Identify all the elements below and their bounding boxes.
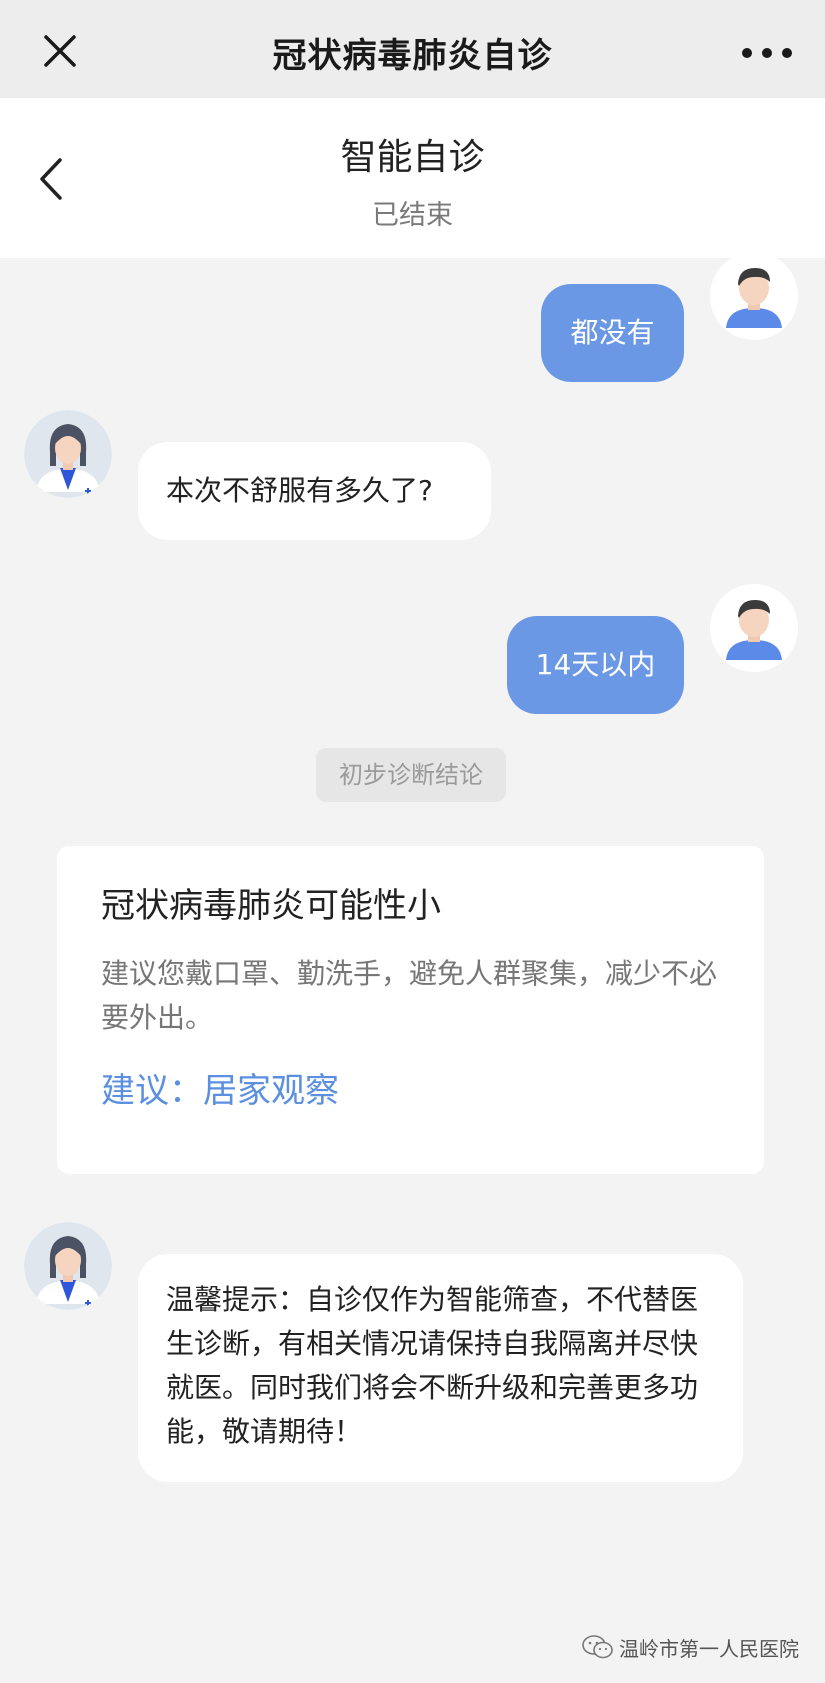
result-advice: 建议：居家观察 xyxy=(101,1071,339,1111)
top-bar: 冠状病毒肺炎自诊 xyxy=(0,0,825,98)
user-message-text: 14天以内 xyxy=(535,648,656,681)
watermark-text: 温岭市第一人民医院 xyxy=(619,1636,799,1661)
user-avatar-icon xyxy=(710,584,798,672)
diagnosis-result-card: 冠状病毒肺炎可能性小 建议您戴口罩、勤洗手，避免人群聚集，减少不必要外出。 建议… xyxy=(57,846,764,1174)
user-avatar xyxy=(710,584,798,672)
user-avatar xyxy=(710,252,798,340)
page-header: 智能自诊 已结束 xyxy=(0,98,825,258)
user-message-bubble: 都没有 xyxy=(541,284,684,382)
doctor-avatar-icon xyxy=(24,1222,112,1310)
session-status: 已结束 xyxy=(372,200,453,231)
user-avatar-icon xyxy=(710,252,798,340)
user-message-text: 都没有 xyxy=(570,316,655,349)
doctor-avatar xyxy=(24,1222,112,1310)
page-title: 智能自诊 xyxy=(340,137,485,178)
watermark: 温岭市第一人民医院 xyxy=(581,1632,799,1662)
bot-message-bubble: 本次不舒服有多久了? xyxy=(138,442,491,540)
more-icon[interactable] xyxy=(740,46,810,60)
result-title: 冠状病毒肺炎可能性小 xyxy=(101,886,441,926)
result-description: 建议您戴口罩、勤洗手，避免人群聚集，减少不必要外出。 xyxy=(101,957,718,1034)
bot-message-text: 本次不舒服有多久了? xyxy=(166,474,433,507)
doctor-avatar xyxy=(24,410,112,498)
doctor-avatar-icon xyxy=(24,410,112,498)
user-message-bubble: 14天以内 xyxy=(507,616,684,714)
tip-message-bubble: 温馨提示：自诊仅作为智能筛查，不代替医生诊断，有相关情况请保持自我隔离并尽快就医… xyxy=(138,1254,743,1482)
app-title: 冠状病毒肺炎自诊 xyxy=(272,36,553,76)
tip-message-text: 温馨提示：自诊仅作为智能筛查，不代替医生诊断，有相关情况请保持自我隔离并尽快就医… xyxy=(166,1283,699,1448)
wechat-icon xyxy=(582,1635,613,1659)
diagnosis-divider-tag: 初步诊断结论 xyxy=(316,748,506,802)
